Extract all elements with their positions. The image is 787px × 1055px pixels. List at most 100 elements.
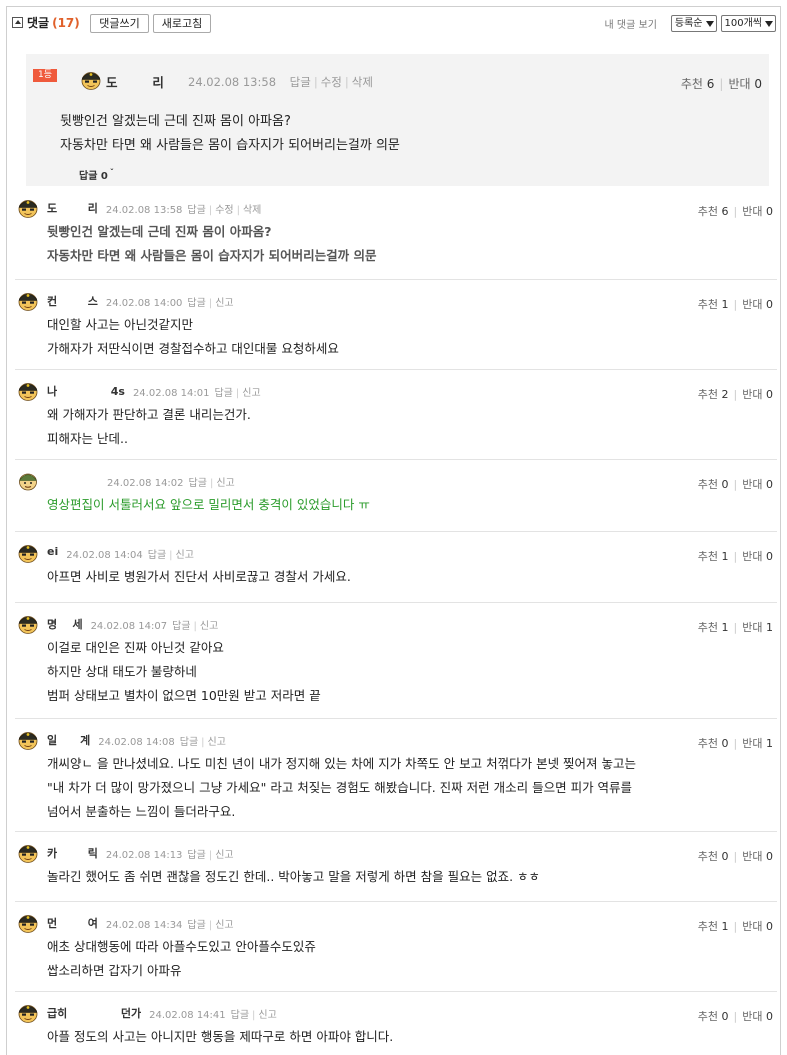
header-controls: 내 댓글 보기 등록순 100개씩: [605, 14, 776, 33]
downvote-button[interactable]: 반대 0: [742, 1010, 773, 1023]
comment-author[interactable]: 명 세: [47, 616, 83, 632]
downvote-button[interactable]: 반대 0: [742, 298, 773, 311]
refresh-button[interactable]: 새로고침: [153, 14, 211, 33]
comment-author[interactable]: 나 4s: [47, 383, 125, 399]
comment-meta: 24.02.08 14:08 답글 | 신고: [98, 737, 226, 748]
downvote-button[interactable]: 반대 0: [728, 77, 762, 91]
downvote-button[interactable]: 반대 0: [742, 920, 773, 933]
comment-author[interactable]: 도 리: [106, 72, 164, 91]
downvote-label: 반대: [742, 737, 763, 750]
reply-toggle-label: 답글 0: [79, 171, 108, 182]
reply-link[interactable]: 답글: [180, 737, 198, 748]
upvote-button[interactable]: 추천 6: [698, 205, 729, 218]
upvote-button[interactable]: 추천 1: [698, 298, 729, 311]
green-helmet-avatar-icon[interactable]: [17, 470, 39, 491]
soldier-avatar-icon[interactable]: [17, 542, 39, 563]
upvote-button[interactable]: 추천 1: [698, 550, 729, 563]
soldier-avatar-icon[interactable]: [17, 1002, 39, 1023]
comment-divider: [15, 991, 777, 992]
report-link[interactable]: 신고: [242, 388, 260, 399]
soldier-avatar-icon[interactable]: [17, 197, 39, 218]
comment-author[interactable]: 도 리: [47, 200, 98, 216]
comment-author[interactable]: 급히 던가: [47, 1005, 141, 1021]
upvote-button[interactable]: 추천 2: [698, 388, 729, 401]
report-link[interactable]: 신고: [176, 550, 194, 561]
downvote-button[interactable]: 반대 1: [742, 737, 773, 750]
my-comments-link[interactable]: 내 댓글 보기: [605, 16, 657, 31]
reply-link[interactable]: 답글: [214, 388, 232, 399]
comment-divider: [15, 602, 777, 603]
upvote-button[interactable]: 추천 1: [698, 621, 729, 634]
upvote-button[interactable]: 추천 6: [681, 77, 715, 91]
comment-text-line: 뒷빵인건 알겠는데 근데 진짜 몸이 아파옴?: [60, 114, 291, 129]
soldier-avatar-icon[interactable]: [17, 613, 39, 634]
comment-author[interactable]: 카 릭: [47, 845, 98, 861]
upvote-count: 6: [706, 77, 715, 91]
vote-group: 추천 0 | 반대 0: [697, 850, 773, 863]
upvote-button[interactable]: 추천 0: [698, 478, 729, 491]
reply-link[interactable]: 답글: [231, 1010, 249, 1021]
edit-link[interactable]: 수정: [321, 75, 342, 89]
reply-link[interactable]: 답글: [187, 850, 205, 861]
reply-link[interactable]: 답글: [189, 478, 207, 489]
soldier-avatar-icon[interactable]: [17, 290, 39, 311]
downvote-button[interactable]: 반대 0: [742, 388, 773, 401]
comment-meta: 24.02.08 14:13 답글 | 신고: [105, 850, 234, 861]
downvote-count: 0: [766, 388, 773, 401]
write-comment-button[interactable]: 댓글쓰기: [90, 14, 149, 33]
comment-author[interactable]: 먼 여: [47, 915, 98, 931]
soldier-avatar-icon[interactable]: [17, 842, 39, 863]
report-link[interactable]: 신고: [216, 478, 234, 489]
comment-text-line: 영상편집이 서툴러서요 앞으로 밀리면서 충격이 있었습니다 ㅠ: [47, 497, 370, 512]
comment-author[interactable]: ei: [47, 545, 58, 558]
report-link[interactable]: 신고: [215, 920, 233, 931]
report-link[interactable]: 신고: [208, 737, 226, 748]
vote-group: 추천 1 | 반대 0: [697, 550, 773, 563]
report-link[interactable]: 신고: [215, 298, 233, 309]
reply-link[interactable]: 답글: [148, 550, 166, 561]
upvote-count: 1: [721, 298, 729, 311]
downvote-button[interactable]: 반대 1: [742, 621, 773, 634]
upvote-button[interactable]: 추천 0: [698, 850, 729, 863]
comment-text-line: 뒷빵인건 알겠는데 근데 진짜 몸이 아파옴?: [47, 224, 272, 239]
downvote-label: 반대: [742, 205, 763, 218]
upvote-button[interactable]: 추천 1: [698, 920, 729, 933]
downvote-button[interactable]: 반대 0: [742, 850, 773, 863]
soldier-avatar-icon[interactable]: [17, 729, 39, 750]
edit-link[interactable]: 수정: [215, 205, 233, 216]
upvote-label: 추천: [697, 298, 719, 311]
collapse-icon[interactable]: [12, 17, 23, 28]
upvote-button[interactable]: 추천 0: [698, 737, 729, 750]
delete-link[interactable]: 삭제: [352, 75, 373, 89]
reply-link[interactable]: 답글: [172, 621, 190, 632]
upvote-count: 0: [721, 737, 729, 750]
comment-meta: 24.02.08 14:34 답글 | 신고: [105, 920, 234, 931]
downvote-count: 0: [766, 850, 773, 863]
page-size-select[interactable]: 100개씩: [720, 15, 776, 32]
downvote-button[interactable]: 반대 0: [742, 550, 773, 563]
reply-link[interactable]: 답글: [187, 205, 205, 216]
soldier-avatar-icon[interactable]: [17, 380, 39, 401]
comment-time: 24.02.08 14:13: [105, 850, 183, 861]
downvote-button[interactable]: 반대 0: [742, 478, 773, 491]
comment-author[interactable]: 일 계: [47, 732, 90, 748]
reply-link[interactable]: 답글: [187, 298, 205, 309]
soldier-avatar-icon[interactable]: [80, 69, 102, 90]
sort-select[interactable]: 등록순: [670, 15, 717, 32]
comment-meta: 24.02.08 14:00 답글 | 신고: [105, 298, 234, 309]
downvote-button[interactable]: 반대 0: [742, 205, 773, 218]
downvote-count: 0: [766, 1010, 773, 1023]
soldier-avatar-icon[interactable]: [17, 912, 39, 933]
comment-title-group[interactable]: 댓글 (17): [12, 14, 80, 31]
reply-link[interactable]: 답글: [187, 920, 205, 931]
report-link[interactable]: 신고: [258, 1010, 276, 1021]
comment-header: 댓글 (17) 댓글쓰기 새로고침 내 댓글 보기 등록순 100개씩: [7, 7, 780, 37]
report-link[interactable]: 신고: [200, 621, 218, 632]
upvote-button[interactable]: 추천 0: [698, 1010, 729, 1023]
reply-link[interactable]: 답글: [290, 75, 311, 89]
delete-link[interactable]: 삭제: [243, 205, 261, 216]
reply-toggle[interactable]: 답글 0ˇ: [79, 167, 114, 182]
report-link[interactable]: 신고: [215, 850, 233, 861]
comment-author[interactable]: 컨 스: [47, 293, 98, 309]
upvote-count: 0: [721, 478, 729, 491]
